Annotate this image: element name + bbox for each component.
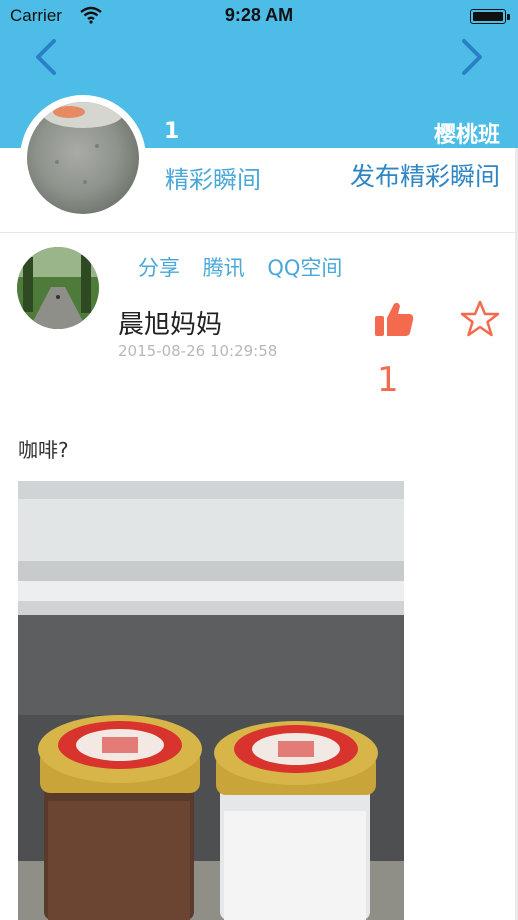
divider [0,232,518,233]
author-avatar[interactable] [17,247,99,329]
class-avatar[interactable] [20,95,146,221]
class-name: 樱桃班 [433,123,500,148]
publish-moment-button[interactable]: 发布精彩瞬间 [350,157,500,193]
post-content: 咖啡? [18,438,69,462]
share-tencent-link[interactable]: 腾讯 [203,256,245,280]
moment-count: 1 [164,119,180,144]
post-timestamp: 2015-08-26 10:29:58 [118,342,278,360]
share-link[interactable]: 分享 [138,256,180,280]
battery-icon [470,9,510,24]
post-photo[interactable] [18,481,404,920]
share-qzone-link[interactable]: QQ空间 [267,256,342,280]
moments-label: 精彩瞬间 [165,166,261,194]
status-bar: Carrier 9:28 AM [0,0,518,32]
like-count: 1 [377,360,399,400]
chevron-right-icon[interactable] [456,38,486,76]
clock-label: 9:28 AM [224,5,294,25]
share-links: 分享 腾讯 QQ空间 [138,252,358,282]
thumbs-up-icon[interactable] [374,300,414,338]
author-name: 晨旭妈妈 [118,310,223,340]
chevron-left-icon[interactable] [32,38,62,76]
star-icon[interactable] [460,300,500,338]
